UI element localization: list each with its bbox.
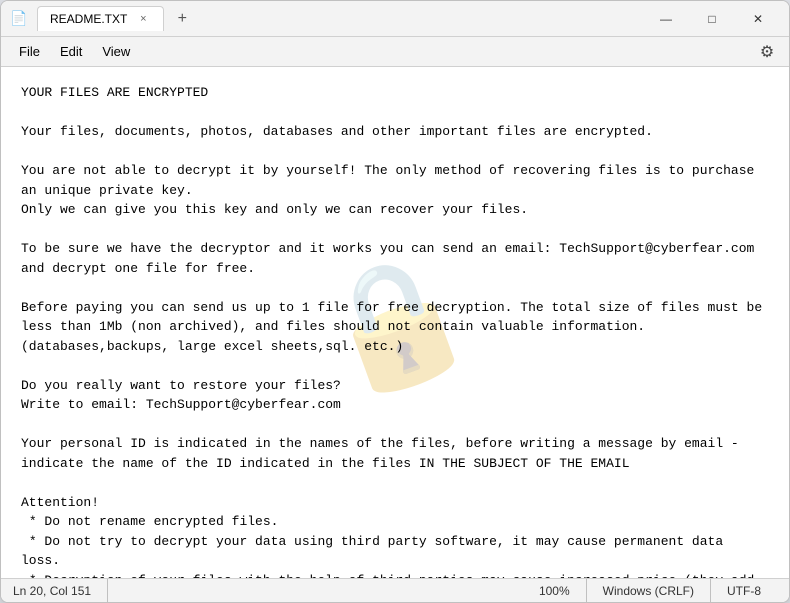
text-editor-content[interactable]: 🔒 YOUR FILES ARE ENCRYPTED Your files, d… (1, 67, 789, 578)
app-icon: 📄 (9, 9, 29, 29)
status-bar: Ln 20, Col 151 100% Windows (CRLF) UTF-8 (1, 578, 789, 602)
encoding: UTF-8 (711, 579, 777, 602)
settings-icon[interactable]: ⚙ (753, 38, 781, 66)
main-window: 📄 README.TXT × + — □ ✕ File Edit View ⚙ … (0, 0, 790, 603)
tab-label: README.TXT (50, 12, 127, 26)
tab-readme[interactable]: README.TXT × (37, 6, 164, 31)
file-text: YOUR FILES ARE ENCRYPTED Your files, doc… (21, 83, 769, 578)
cursor-position: Ln 20, Col 151 (13, 579, 108, 602)
title-bar: 📄 README.TXT × + — □ ✕ (1, 1, 789, 37)
maximize-button[interactable]: □ (689, 3, 735, 35)
tab-area: README.TXT × + (37, 6, 196, 31)
close-button[interactable]: ✕ (735, 3, 781, 35)
zoom-level: 100% (523, 579, 587, 602)
menu-bar: File Edit View ⚙ (1, 37, 789, 67)
window-controls: — □ ✕ (643, 3, 781, 35)
new-tab-button[interactable]: + (168, 7, 196, 31)
menu-view[interactable]: View (92, 40, 140, 63)
tab-close-button[interactable]: × (135, 11, 151, 27)
line-ending: Windows (CRLF) (587, 579, 711, 602)
menu-edit[interactable]: Edit (50, 40, 92, 63)
menu-file[interactable]: File (9, 40, 50, 63)
minimize-button[interactable]: — (643, 3, 689, 35)
